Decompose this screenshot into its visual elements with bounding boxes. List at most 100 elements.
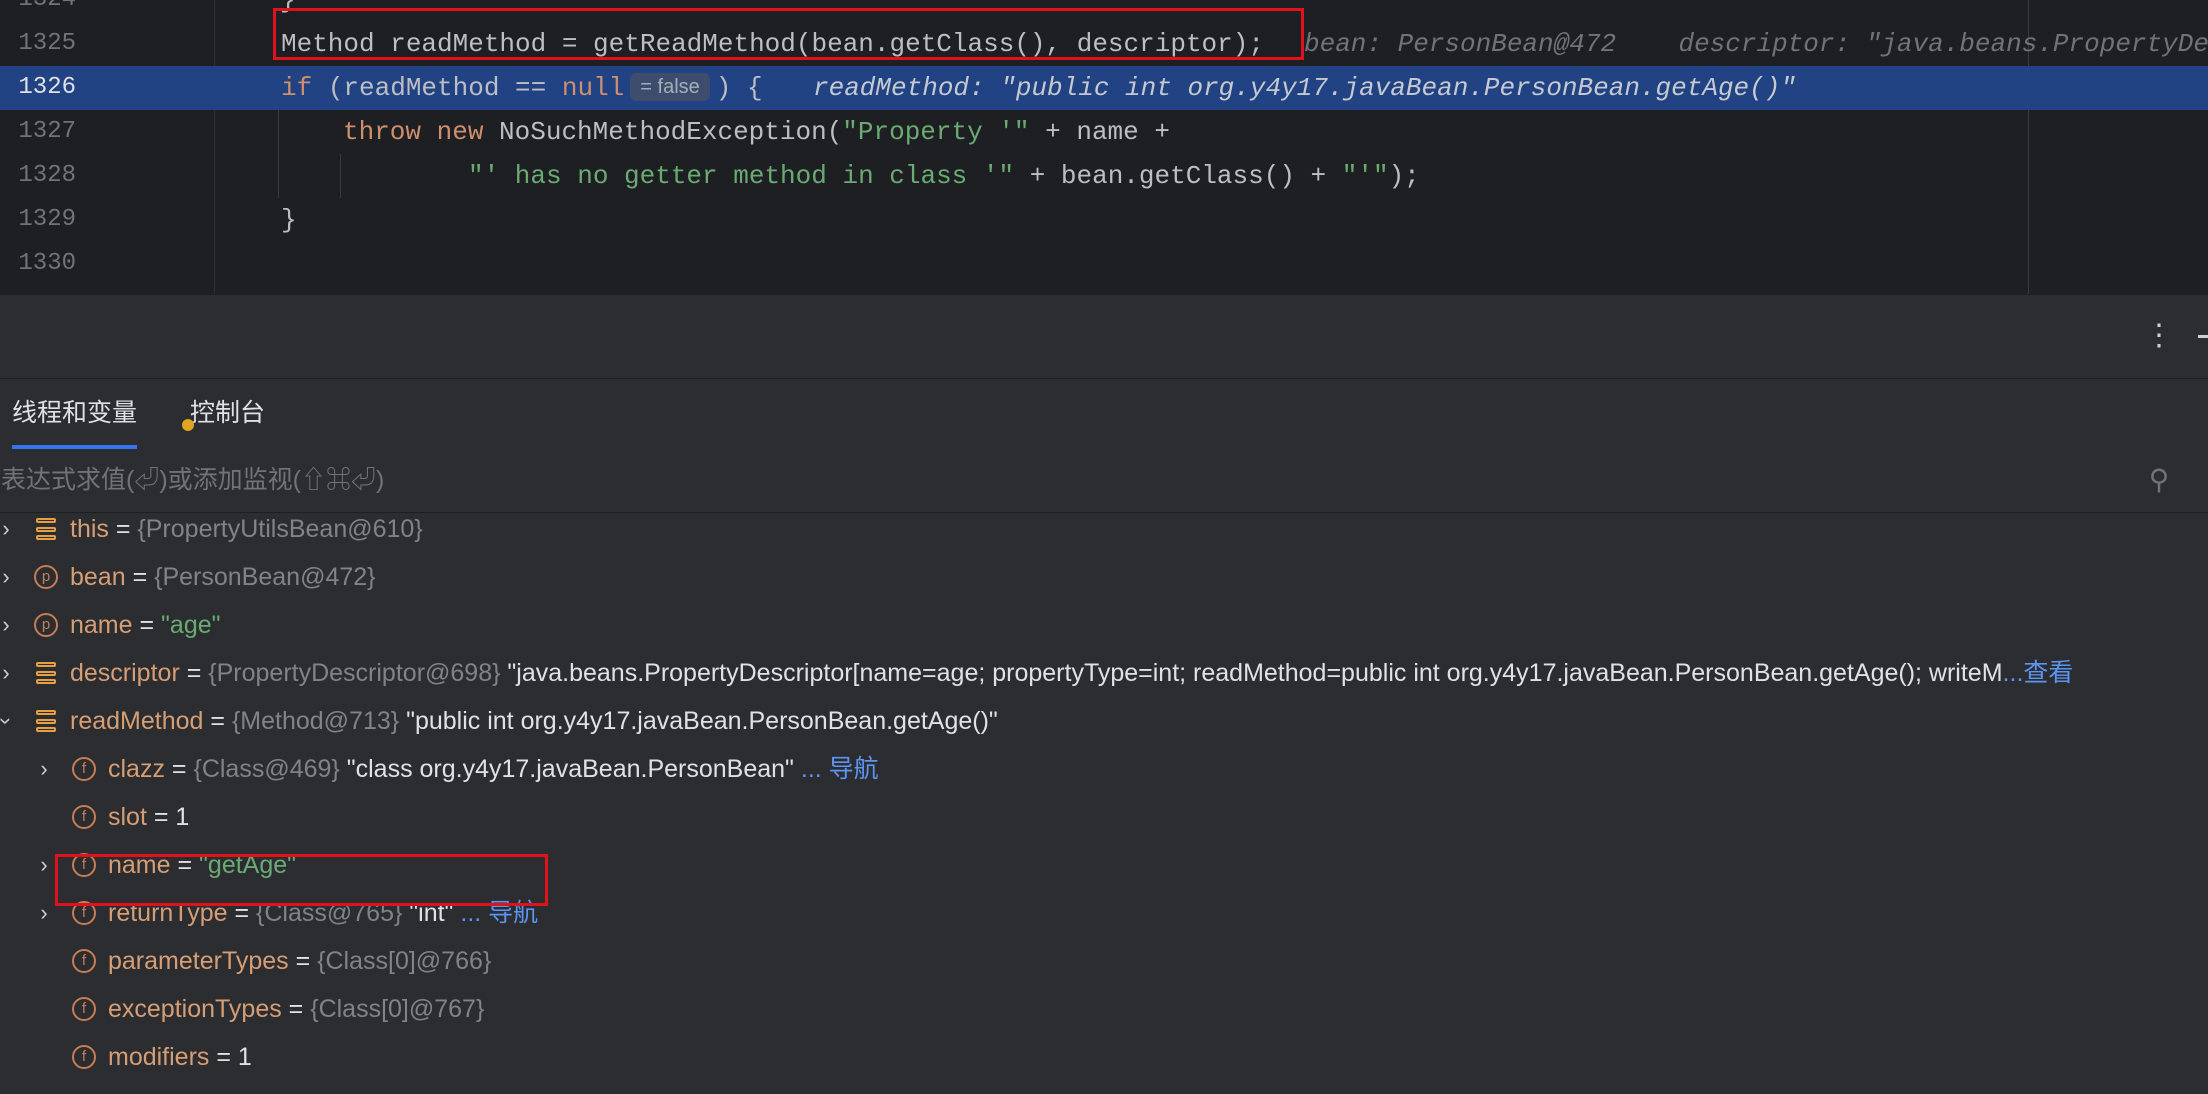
kebab-vertical-icon[interactable]: ⋮ <box>2144 321 2174 351</box>
variable-type: {PropertyUtilsBean@610} <box>137 515 423 543</box>
variable-row[interactable]: f parameterTypes = {Class[0]@766} <box>0 937 2208 985</box>
variable-text: descriptor = {PropertyDescriptor@698} "j… <box>70 649 2073 697</box>
variable-row[interactable]: › this = {PropertyUtilsBean@610} <box>0 513 2208 553</box>
variable-row[interactable]: f modifiers = 1 <box>0 1033 2208 1081</box>
variable-type: {Method@713} <box>231 707 400 735</box>
variable-text: clazz = {Class@469} "class org.y4y17.jav… <box>108 745 879 793</box>
evaluate-expression-bar[interactable]: 对表达式求值(⏎)或添加监视(⇧⌘⏎) ⚲ <box>0 449 2208 513</box>
code-text: if (readMethod == null = false) { <box>281 66 763 110</box>
variables-tree[interactable]: › this = {PropertyUtilsBean@610} › p bea… <box>0 513 2208 1094</box>
chevron-right-icon[interactable]: › <box>34 889 54 937</box>
code-fragment: + bean.getClass() + <box>1014 161 1342 191</box>
code-line-1326-execution-point[interactable]: 1326 if (readMethod == null = false) { re… <box>0 66 2208 110</box>
variable-row[interactable]: f slot = 1 <box>0 793 2208 841</box>
code-line-1329[interactable]: 1329 } <box>0 198 2208 242</box>
variable-text: name = "age" <box>70 601 221 649</box>
variable-name: clazz <box>108 755 165 783</box>
code-editor[interactable]: 1324 } 1325 Method readMethod = getReadM… <box>0 0 2208 294</box>
local-variable-icon <box>34 661 58 685</box>
variable-value: "class org.y4y17.javaBean.PersonBean" <box>346 755 794 783</box>
field-icon: f <box>72 949 96 973</box>
variable-type: {Class@469} <box>193 755 340 783</box>
tab-label: 线程和变量 <box>12 399 138 427</box>
variable-value: "public int org.y4y17.javaBean.PersonBea… <box>406 707 998 735</box>
variable-row[interactable]: f exceptionTypes = {Class[0]@767} <box>0 985 2208 1033</box>
variable-text: parameterTypes = {Class[0]@766} <box>108 937 491 985</box>
code-fragment: ) { <box>715 73 763 103</box>
indent-guide <box>278 110 279 198</box>
field-icon: f <box>72 757 96 781</box>
keyword: null <box>561 73 625 103</box>
variable-name: modifiers <box>108 1043 210 1071</box>
code-fragment: + name + <box>1029 117 1170 147</box>
inline-evaluation-chip[interactable]: = false <box>630 73 710 101</box>
chevron-right-icon[interactable]: › <box>34 745 54 793</box>
variable-value: "java.beans.PropertyDescriptor[name=age;… <box>507 659 2003 687</box>
variable-type: {Class[0]@767} <box>310 995 485 1023</box>
line-number: 1328 <box>18 162 76 189</box>
variable-type: {PersonBean@472} <box>154 563 376 591</box>
chevron-right-icon[interactable]: › <box>0 513 16 553</box>
code-text: "' has no getter method in class '" + be… <box>468 154 1420 198</box>
parameter-icon: p <box>34 565 58 589</box>
variable-row[interactable]: › readMethod = {Method@713} "public int … <box>0 697 2208 745</box>
tab-label: 控制台 <box>190 399 266 427</box>
variable-name: descriptor <box>70 659 180 687</box>
equals-sign: = <box>203 707 232 735</box>
code-line-1328[interactable]: 1328 "' has no getter method in class '"… <box>0 154 2208 198</box>
console-badge-icon <box>182 419 194 431</box>
code-line-1330[interactable]: 1330 <box>0 242 2208 286</box>
line-number: 1330 <box>18 250 76 277</box>
minimize-icon[interactable] <box>2198 335 2208 338</box>
variable-type: {Class[0]@766} <box>317 947 492 975</box>
variable-row[interactable]: › p bean = {PersonBean@472} <box>0 553 2208 601</box>
parameter-icon: p <box>34 613 58 637</box>
equals-sign: = <box>179 659 209 687</box>
variable-row[interactable]: › f clazz = {Class@469} "class org.y4y17… <box>0 745 2208 793</box>
field-icon: f <box>72 805 96 829</box>
chevron-right-icon[interactable]: › <box>0 601 16 649</box>
annotation-highlight-box <box>55 854 548 906</box>
line-number: 1326 <box>18 74 76 101</box>
debug-tabs: 线程和变量 控制台 <box>0 378 2208 450</box>
evaluate-expression-input[interactable]: 对表达式求值(⏎)或添加监视(⇧⌘⏎) <box>0 449 384 512</box>
variable-value: 1 <box>237 1043 252 1071</box>
chevron-down-icon[interactable]: › <box>0 711 30 731</box>
equals-sign: = <box>281 995 311 1023</box>
inline-debug-values: bean: PersonBean@472 descriptor: "java.b… <box>1304 29 2208 59</box>
code-fragment: (readMethod == <box>312 73 562 103</box>
equals-sign: = <box>164 755 194 783</box>
line-number: 1324 <box>0 0 76 22</box>
line-number: 1329 <box>18 206 76 233</box>
variable-row[interactable]: › descriptor = {PropertyDescriptor@698} … <box>0 649 2208 697</box>
variable-row[interactable]: › p name = "age" <box>0 601 2208 649</box>
variable-string-value: "age" <box>161 611 221 639</box>
code-fragment: ); <box>1388 161 1420 191</box>
variable-name: readMethod <box>70 707 204 735</box>
string-literal: "'" <box>1341 161 1389 191</box>
chevron-right-icon[interactable]: › <box>0 553 16 601</box>
equals-sign: = <box>132 611 162 639</box>
annotation-highlight-box <box>273 8 1304 60</box>
local-variable-icon <box>34 517 58 541</box>
tab-threads-and-variables[interactable]: 线程和变量 <box>12 379 138 449</box>
chevron-right-icon[interactable]: › <box>34 841 54 889</box>
variable-name: bean <box>70 563 126 591</box>
variable-text: this = {PropertyUtilsBean@610} <box>70 513 423 553</box>
code-text: throw new NoSuchMethodException("Propert… <box>343 110 1170 154</box>
code-line-1327[interactable]: 1327 throw new NoSuchMethodException("Pr… <box>0 110 2208 154</box>
line-number: 1327 <box>18 118 76 145</box>
variable-text: exceptionTypes = {Class[0]@767} <box>108 985 484 1033</box>
variable-name: exceptionTypes <box>108 995 282 1023</box>
add-watch-icon[interactable]: ⚲ <box>2144 465 2174 495</box>
tab-console[interactable]: 控制台 <box>182 379 266 449</box>
view-link[interactable]: ...查看 <box>2003 659 2074 687</box>
code-text: } <box>281 205 297 235</box>
equals-sign: = <box>288 947 318 975</box>
chevron-right-icon[interactable]: › <box>0 649 16 697</box>
inline-debug-values: readMethod: "public int org.y4y17.javaBe… <box>813 73 1796 103</box>
variable-name: this <box>70 515 109 543</box>
variable-text: slot = 1 <box>108 793 189 841</box>
field-icon: f <box>72 1045 96 1069</box>
navigate-link[interactable]: ... 导航 <box>801 755 879 783</box>
